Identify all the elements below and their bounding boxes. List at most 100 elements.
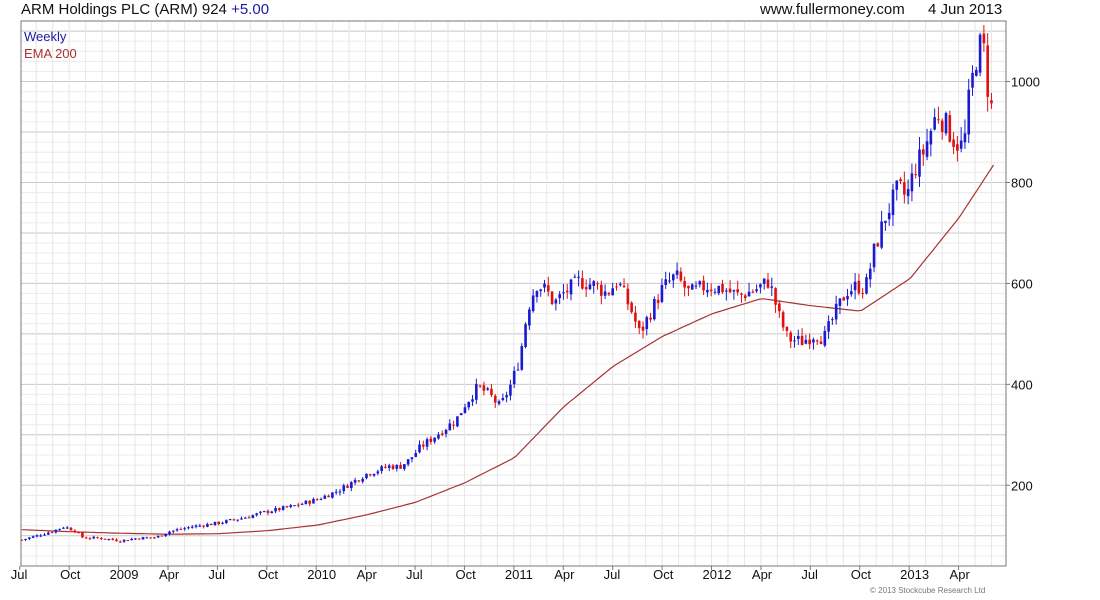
candle-body bbox=[520, 346, 524, 370]
candle-body bbox=[130, 538, 133, 541]
candle-body bbox=[808, 339, 811, 345]
x-tick-label: 2013 bbox=[900, 567, 929, 582]
candle-body bbox=[81, 532, 84, 538]
candle-body bbox=[804, 339, 808, 344]
candle-body bbox=[781, 312, 785, 328]
candle-body bbox=[516, 369, 520, 371]
candle-body bbox=[584, 287, 588, 290]
candle-body bbox=[475, 384, 478, 400]
candle-body bbox=[725, 290, 728, 292]
candle-body bbox=[755, 289, 758, 292]
candle-body bbox=[353, 480, 357, 483]
candle-body bbox=[906, 189, 910, 197]
candle-body bbox=[172, 530, 175, 532]
candle-body bbox=[649, 317, 652, 320]
candle-body bbox=[368, 474, 372, 476]
candle-body bbox=[774, 288, 777, 305]
candle-body bbox=[884, 220, 887, 223]
x-tick-label: 2009 bbox=[110, 567, 139, 582]
x-axis: Jul Oct 2009 Apr Jul Oct 2010 Apr Jul Oct 2011 Apr J… bbox=[11, 566, 970, 582]
candle-body bbox=[236, 519, 239, 521]
candle-body bbox=[509, 384, 512, 396]
candle-body bbox=[134, 538, 137, 540]
candle-body bbox=[903, 182, 906, 195]
candle-body bbox=[118, 541, 122, 543]
x-tick-label: Jul bbox=[604, 567, 621, 582]
candle-body bbox=[747, 291, 751, 297]
candle-body bbox=[100, 538, 103, 540]
candle-body bbox=[319, 499, 323, 501]
candle-body bbox=[721, 283, 724, 293]
y-tick-label: 800 bbox=[1011, 175, 1033, 190]
y-axis: 200 400 600 800 1000 bbox=[1006, 75, 1040, 493]
candle-body bbox=[463, 407, 467, 413]
candle-body bbox=[626, 288, 630, 305]
candle-body bbox=[39, 535, 43, 537]
candle-body bbox=[812, 339, 815, 343]
candle-body bbox=[823, 331, 827, 346]
candle-body bbox=[69, 527, 73, 531]
y-tick-label: 600 bbox=[1011, 276, 1033, 291]
candle-body bbox=[740, 293, 743, 295]
candle-body bbox=[285, 506, 289, 508]
candle-body bbox=[433, 437, 436, 442]
candle-body bbox=[546, 285, 550, 292]
x-tick-label: Jul bbox=[801, 567, 818, 582]
candle-body bbox=[126, 540, 130, 542]
candle-body bbox=[493, 395, 497, 403]
candle-body bbox=[986, 45, 989, 97]
candle-body bbox=[255, 513, 258, 516]
candle-body bbox=[539, 289, 543, 292]
candle-body bbox=[334, 491, 338, 493]
candle-body bbox=[615, 286, 618, 288]
candle-body bbox=[103, 538, 107, 540]
candle-body bbox=[838, 298, 842, 306]
candle-body bbox=[274, 508, 277, 512]
x-tick-label: Apr bbox=[752, 567, 773, 582]
candle-body bbox=[490, 388, 493, 396]
candle-body bbox=[153, 537, 156, 539]
x-tick-label: Oct bbox=[851, 567, 872, 582]
candle-body bbox=[713, 291, 717, 293]
candle-body bbox=[929, 130, 933, 145]
candle-body bbox=[315, 499, 319, 501]
candle-body bbox=[865, 277, 868, 294]
candle-body bbox=[751, 291, 755, 293]
candle-body bbox=[554, 299, 558, 304]
candle-body bbox=[137, 538, 141, 540]
candle-body bbox=[58, 528, 61, 530]
candle-body bbox=[694, 285, 698, 287]
candle-body bbox=[240, 518, 243, 520]
candle-body bbox=[24, 538, 27, 540]
candle-body bbox=[331, 492, 334, 498]
candle-body bbox=[346, 485, 349, 488]
candle-body bbox=[440, 433, 444, 435]
candle-body bbox=[73, 530, 77, 533]
candle-body bbox=[160, 535, 164, 537]
candle-body bbox=[107, 538, 111, 540]
candle-body bbox=[175, 529, 179, 531]
candle-body bbox=[486, 388, 489, 390]
candle-body bbox=[607, 292, 611, 295]
candle-body bbox=[54, 529, 58, 533]
candle-body bbox=[96, 537, 99, 539]
candle-body bbox=[293, 505, 296, 507]
candle-body bbox=[221, 522, 224, 524]
candle-body bbox=[92, 536, 96, 539]
candle-body bbox=[921, 149, 925, 155]
x-tick-label: Jul bbox=[11, 567, 28, 582]
candle-body bbox=[20, 539, 24, 541]
candle-body bbox=[497, 401, 501, 404]
candle-body bbox=[524, 324, 527, 347]
candle-body bbox=[914, 174, 918, 176]
candle-body bbox=[429, 438, 433, 442]
candle-body bbox=[399, 465, 402, 469]
candle-body bbox=[868, 268, 872, 280]
candle-body bbox=[683, 280, 686, 288]
candle-body bbox=[891, 189, 895, 216]
candle-body bbox=[918, 149, 921, 177]
candle-body bbox=[84, 537, 88, 539]
candle-body bbox=[887, 212, 891, 220]
candle-body bbox=[622, 285, 626, 288]
candle-body bbox=[671, 274, 675, 281]
